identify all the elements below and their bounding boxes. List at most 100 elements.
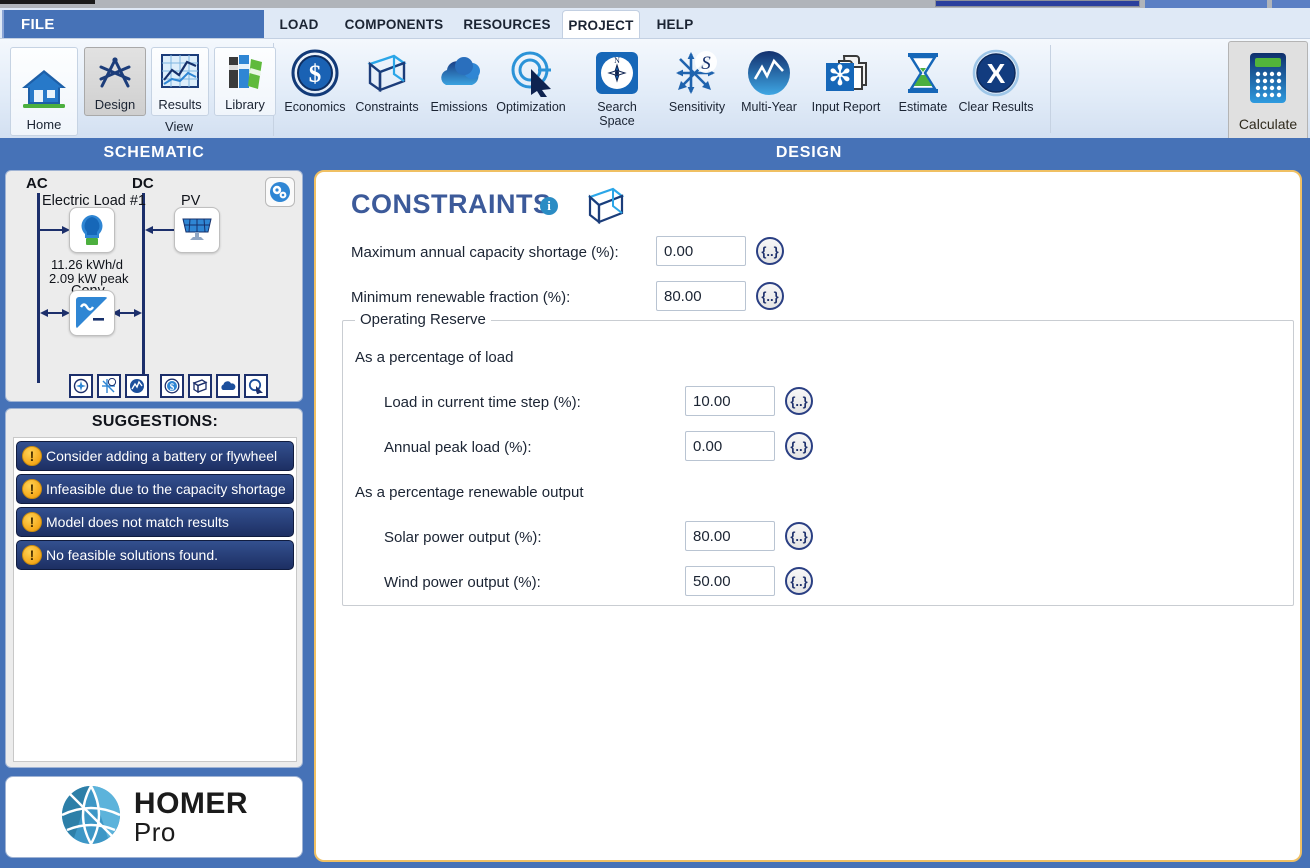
sensitivity-button[interactable]: S Sensitivity — [660, 45, 734, 131]
warning-icon: ! — [22, 446, 42, 466]
constraints-button-label: Constraints — [355, 101, 418, 115]
ribbon-separator — [1050, 45, 1051, 133]
cloud-icon — [434, 45, 484, 101]
library-button[interactable]: Library — [214, 47, 276, 116]
sensitivity-button-label: Sensitivity — [669, 101, 725, 115]
chrome-segment-blue-c — [1272, 0, 1310, 8]
calculate-button-label: Calculate — [1239, 110, 1297, 132]
economics-icon: $ — [164, 378, 180, 394]
constraints-icon — [192, 378, 208, 394]
chrome-segment-active-window — [935, 0, 1140, 7]
annual-peak-load-sensitivity-button[interactable]: {..} — [785, 432, 813, 460]
min-renewable-fraction-input[interactable] — [656, 281, 746, 311]
compass-icon: N — [593, 45, 641, 101]
optimization-button-label: Optimization — [496, 101, 565, 115]
constraints-button[interactable]: Constraints — [350, 45, 424, 131]
schematic-economics-icon-button[interactable]: $ — [160, 374, 184, 398]
schematic-settings-button[interactable] — [265, 177, 295, 207]
svg-text:✻: ✻ — [828, 60, 851, 91]
list-item[interactable]: ! No feasible solutions found. — [16, 540, 294, 570]
pv-component[interactable] — [174, 207, 220, 253]
electric-load-component[interactable] — [69, 207, 115, 253]
solar-panel-icon — [180, 215, 214, 245]
load-current-timestep-input[interactable] — [685, 386, 775, 416]
info-icon[interactable]: i — [540, 197, 558, 215]
schematic-search-icon-button[interactable] — [244, 374, 268, 398]
wind-power-output-sensitivity-button[interactable]: {..} — [785, 567, 813, 595]
schematic-header: SCHEMATIC — [0, 138, 308, 168]
tab-help[interactable]: HELP — [645, 10, 705, 39]
dc-bus-label: DC — [132, 175, 154, 192]
wind-power-output-input[interactable] — [685, 566, 775, 596]
tab-load[interactable]: LOAD — [268, 10, 330, 39]
dollar-circle-icon: $ — [291, 45, 339, 101]
search-space-button[interactable]: N Search Space — [580, 45, 654, 131]
list-item[interactable]: ! Model does not match results — [16, 507, 294, 537]
calculate-button[interactable]: Calculate — [1228, 41, 1308, 142]
window-chrome-strip — [0, 0, 1310, 8]
schematic-multiyear-icon-button[interactable] — [125, 374, 149, 398]
tab-resources[interactable]: RESOURCES — [455, 10, 559, 39]
max-capacity-shortage-input[interactable] — [656, 236, 746, 266]
calculator-icon — [1247, 51, 1289, 110]
economics-button[interactable]: $ Economics — [278, 45, 352, 131]
constraints-card: CONSTRAINTS i Maximum annual capacity sh… — [314, 170, 1302, 862]
tab-components[interactable]: COMPONENTS — [335, 10, 453, 39]
clear-results-button[interactable]: X Clear Results — [952, 45, 1040, 131]
chart-grid-icon — [160, 53, 200, 97]
operating-reserve-fieldset: Operating Reserve As a percentage of loa… — [342, 320, 1294, 606]
load-energy-label: 11.26 kWh/d — [51, 257, 123, 272]
clear-results-button-label: Clear Results — [958, 101, 1033, 115]
suggestion-text: Consider adding a battery or flywheel — [46, 448, 281, 464]
ac-converter-arrow — [40, 307, 70, 319]
max-capacity-shortage-label: Maximum annual capacity shortage (%): — [351, 244, 619, 261]
list-item[interactable]: ! Consider adding a battery or flywheel — [16, 441, 294, 471]
schematic-optimization-icon-button[interactable] — [69, 374, 93, 398]
file-tab[interactable]: FILE — [2, 10, 264, 38]
page-title: CONSTRAINTS — [351, 189, 552, 220]
min-renewable-fraction-sensitivity-button[interactable]: {..} — [756, 282, 784, 310]
load-current-timestep-label: Load in current time step (%): — [384, 394, 581, 411]
converter-component[interactable] — [69, 290, 115, 336]
suggestion-text: Model does not match results — [46, 514, 233, 530]
svg-text:X: X — [987, 58, 1006, 89]
wind-power-output-label: Wind power output (%): — [384, 574, 541, 591]
ac-to-load-arrow — [40, 224, 70, 236]
estimate-button-label: Estimate — [899, 101, 948, 115]
schematic-emissions-icon-button[interactable] — [216, 374, 240, 398]
view-group-label: View — [84, 119, 274, 134]
optimization-icon — [73, 378, 89, 394]
tab-project[interactable]: PROJECT — [562, 10, 640, 39]
subhead-percentage-renewable-output: As a percentage renewable output — [355, 484, 584, 501]
brand-name-top: HOMER — [134, 789, 248, 819]
min-renewable-fraction-label: Minimum renewable fraction (%): — [351, 289, 570, 306]
design-button[interactable]: Design — [84, 47, 146, 116]
suggestion-text: No feasible solutions found. — [46, 547, 222, 563]
max-capacity-shortage-sensitivity-button[interactable]: {..} — [756, 237, 784, 265]
results-button[interactable]: Results — [151, 47, 209, 116]
solar-power-output-input[interactable] — [685, 521, 775, 551]
compass-divider-icon — [95, 53, 135, 97]
homer-wordmark: HOMER Pro — [134, 789, 248, 845]
left-column: AC DC Electric Load #1 PV 11.26 kWh/d 2.… — [0, 168, 308, 868]
suggestions-panel: SUGGESTIONS: ! Consider adding a battery… — [5, 408, 303, 768]
solar-power-output-sensitivity-button[interactable]: {..} — [785, 522, 813, 550]
load-current-timestep-sensitivity-button[interactable]: {..} — [785, 387, 813, 415]
globe-logo-icon — [60, 784, 122, 851]
home-button[interactable]: Home — [10, 47, 78, 136]
suggestions-list[interactable]: ! Consider adding a battery or flywheel … — [13, 437, 297, 762]
estimate-button[interactable]: Estimate — [886, 45, 960, 131]
homer-pro-logo: HOMER Pro — [5, 776, 303, 858]
suggestion-text: Infeasible due to the capacity shortage — [46, 481, 290, 497]
list-item[interactable]: ! Infeasible due to the capacity shortag… — [16, 474, 294, 504]
schematic-constraints-icon-button[interactable] — [188, 374, 212, 398]
schematic-sensitivity-icon-button[interactable] — [97, 374, 121, 398]
emissions-button[interactable]: Emissions — [422, 45, 496, 131]
svg-text:$: $ — [170, 382, 175, 392]
annual-peak-load-input[interactable] — [685, 431, 775, 461]
input-report-button[interactable]: ✻ Input Report — [808, 45, 884, 131]
books-icon — [224, 53, 266, 97]
optimization-button[interactable]: Optimization — [494, 45, 568, 131]
schematic-panel: AC DC Electric Load #1 PV 11.26 kWh/d 2.… — [5, 170, 303, 402]
multi-year-button[interactable]: Multi-Year — [732, 45, 806, 131]
